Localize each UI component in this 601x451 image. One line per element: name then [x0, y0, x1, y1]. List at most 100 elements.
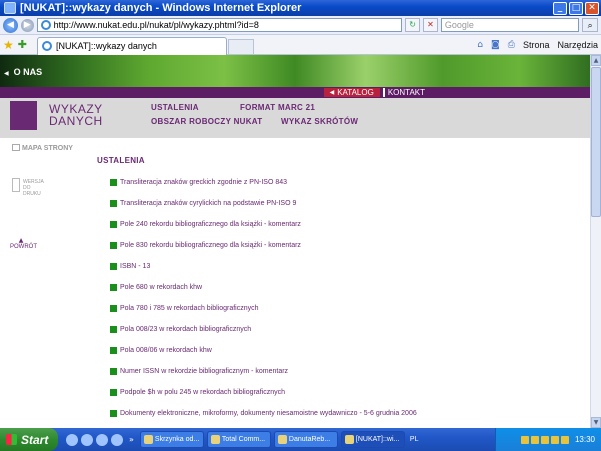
quicklaunch-app-icon[interactable] [81, 433, 93, 446]
window-title: [NUKAT]::wykazy danych - Windows Interne… [20, 2, 302, 14]
minimize-button[interactable]: _ [553, 1, 567, 15]
task-button[interactable]: Skrzynka od... [139, 431, 204, 448]
add-favorites-icon[interactable]: ✚ [18, 38, 27, 51]
refresh-button[interactable]: ↻ [405, 18, 421, 32]
tab-toolbar: ★ ✚ [NUKAT]::wykazy danych ⌂ ◙ ⎙ Strona … [0, 35, 601, 55]
task-button[interactable]: DanutaReb... [273, 431, 338, 448]
list-item[interactable]: Transliteracja znaków greckich zgodnie z… [110, 179, 287, 186]
list-item-label: Pole 240 rekordu bibliograficznego dla k… [120, 221, 301, 228]
up-arrow-icon: ▲ [18, 237, 24, 244]
list-item[interactable]: Numer ISSN w rekordzie bibliograficznym … [110, 368, 288, 375]
list-item[interactable]: Podpole $h w polu 245 w rekordach biblio… [110, 389, 285, 396]
start-label: Start [21, 432, 49, 447]
home-icon[interactable]: ⌂ [477, 40, 483, 50]
list-item[interactable]: Pole 680 w rekordach khw [110, 284, 202, 291]
scroll-down-icon[interactable]: ▼ [591, 417, 601, 428]
list-item-label: Pola 008/23 w rekordach bibliograficznyc… [120, 326, 252, 333]
favorites-star-icon[interactable]: ★ [3, 38, 14, 52]
site-logo-text[interactable]: WYKAZY DANYCH [49, 103, 103, 127]
bullet-icon [110, 221, 117, 228]
o-nas-link[interactable]: ◀ O NAS [4, 67, 42, 77]
back-label: POWRÓT [10, 244, 37, 250]
task-button-active[interactable]: [NUKAT]::wi... [340, 431, 405, 448]
kontakt-link[interactable]: KONTAKT [388, 88, 425, 97]
menu-obszar-roboczy[interactable]: OBSZAR ROBOCZY NUKAT [151, 117, 262, 126]
quicklaunch-expand-icon[interactable]: » [129, 435, 134, 444]
top-nav: ◀ KATALOG KONTAKT [323, 88, 425, 97]
tray-icon[interactable] [530, 435, 539, 444]
tray-icon[interactable] [520, 435, 529, 444]
scroll-thumb[interactable] [591, 67, 601, 217]
new-tab-button[interactable] [227, 38, 254, 54]
page-content: ◀ O NAS ◀ KATALOG KONTAKT WYKAZY DANYCH US… [0, 55, 590, 428]
bullet-icon [110, 368, 117, 375]
task-button[interactable]: Total Comm... [206, 431, 271, 448]
search-icon[interactable]: ⌕ [582, 18, 599, 32]
list-item-label: Podpole $h w polu 245 w rekordach biblio… [120, 389, 285, 396]
katalog-label: KATALOG [337, 88, 374, 97]
list-item[interactable]: Pole 830 rekordu bibliograficznego dla k… [110, 242, 301, 249]
print-version-label: WERSJA DO DRUKU [23, 179, 44, 197]
bullet-icon [110, 242, 117, 249]
triangle-icon: ◀ [4, 70, 9, 77]
list-item[interactable]: Transliteracja znaków cyrylickich na pod… [110, 200, 296, 207]
command-bar: ⌂ ◙ ⎙ Strona Narzędzia [477, 40, 598, 50]
taskbar: Start » Skrzynka od... Total Comm... Dan… [0, 428, 601, 451]
tools-menu[interactable]: Narzędzia [557, 40, 598, 50]
address-bar[interactable]: http://www.nukat.edu.pl/nukat/pl/wykazy.… [36, 18, 403, 32]
list-item[interactable]: Pola 008/23 w rekordach bibliograficznyc… [110, 326, 251, 333]
menu-ustalenia[interactable]: USTALENIA [151, 103, 199, 112]
list-item[interactable]: Pola 780 i 785 w rekordach bibliograficz… [110, 305, 259, 312]
close-button[interactable]: ✕ [585, 1, 599, 15]
logo-square [10, 101, 37, 130]
bullet-icon [110, 347, 117, 354]
list-item-label: Numer ISSN w rekordzie bibliograficznym … [120, 368, 289, 375]
address-toolbar: ◀ ▶ http://www.nukat.edu.pl/nukat/pl/wyk… [0, 16, 601, 35]
list-item[interactable]: Pole 240 rekordu bibliograficznego dla k… [110, 221, 301, 228]
feeds-icon[interactable]: ◙ [491, 40, 500, 50]
tray-icon[interactable] [560, 435, 569, 444]
bullet-icon [110, 326, 117, 333]
tray-icon[interactable] [540, 435, 549, 444]
menu-wykaz-skrotow[interactable]: WYKAZ SKRÓTÓW [281, 117, 358, 126]
menu-format-marc[interactable]: FORMAT MARC 21 [240, 103, 315, 112]
list-item-label: Pole 830 rekordu bibliograficznego dla k… [120, 242, 301, 249]
bullet-icon [110, 410, 117, 417]
sitemap-link[interactable]: MAPA STRONY [12, 144, 73, 152]
back-link[interactable]: ▲ POWRÓT [10, 237, 37, 250]
logo-line-2: DANYCH [49, 114, 103, 128]
list-item-label: Dokumenty elektroniczne, mikroformy, dok… [120, 410, 417, 417]
language-indicator[interactable]: PL [410, 436, 419, 443]
list-item[interactable]: Dokumenty elektroniczne, mikroformy, dok… [110, 410, 417, 417]
list-item-label: Pola 780 i 785 w rekordach bibliograficz… [120, 305, 259, 312]
forward-button[interactable]: ▶ [20, 18, 34, 32]
search-input[interactable]: Google [440, 18, 580, 32]
katalog-link[interactable]: ◀ KATALOG [323, 88, 380, 97]
list-item[interactable]: ISBN - 13 [110, 263, 150, 270]
list-item-label: ISBN - 13 [120, 263, 151, 270]
start-button[interactable]: Start [0, 428, 58, 451]
page-menu[interactable]: Strona [523, 40, 550, 50]
list-item-label: Pole 680 w rekordach khw [120, 284, 203, 291]
tab-nukat[interactable]: [NUKAT]::wykazy danych [36, 36, 227, 55]
list-item-label: Pola 008/06 w rekordach khw [120, 347, 212, 354]
bullet-icon [110, 263, 117, 270]
windows-flag-icon [6, 434, 17, 445]
list-item[interactable]: Pola 008/06 w rekordach khw [110, 347, 212, 354]
quicklaunch-app-icon[interactable] [96, 433, 108, 446]
quicklaunch-ie-icon[interactable] [66, 433, 78, 446]
scroll-up-icon[interactable]: ▲ [591, 55, 601, 66]
print-icon[interactable]: ⎙ [508, 40, 515, 50]
vertical-scrollbar[interactable]: ▲ ▼ [590, 55, 601, 428]
back-button[interactable]: ◀ [3, 17, 18, 33]
system-tray: 13:30 [495, 428, 601, 451]
address-url: http://www.nukat.edu.pl/nukat/pl/wykazy.… [53, 20, 259, 30]
ie-app-icon [4, 2, 16, 14]
quicklaunch-app-icon[interactable] [111, 433, 123, 446]
tab-title: [NUKAT]::wykazy danych [55, 40, 157, 51]
stop-button[interactable]: ✕ [423, 18, 438, 32]
tray-icon[interactable] [550, 435, 559, 444]
document-icon [12, 178, 20, 192]
bullet-icon [110, 179, 117, 186]
maximize-button[interactable]: □ [569, 1, 583, 15]
